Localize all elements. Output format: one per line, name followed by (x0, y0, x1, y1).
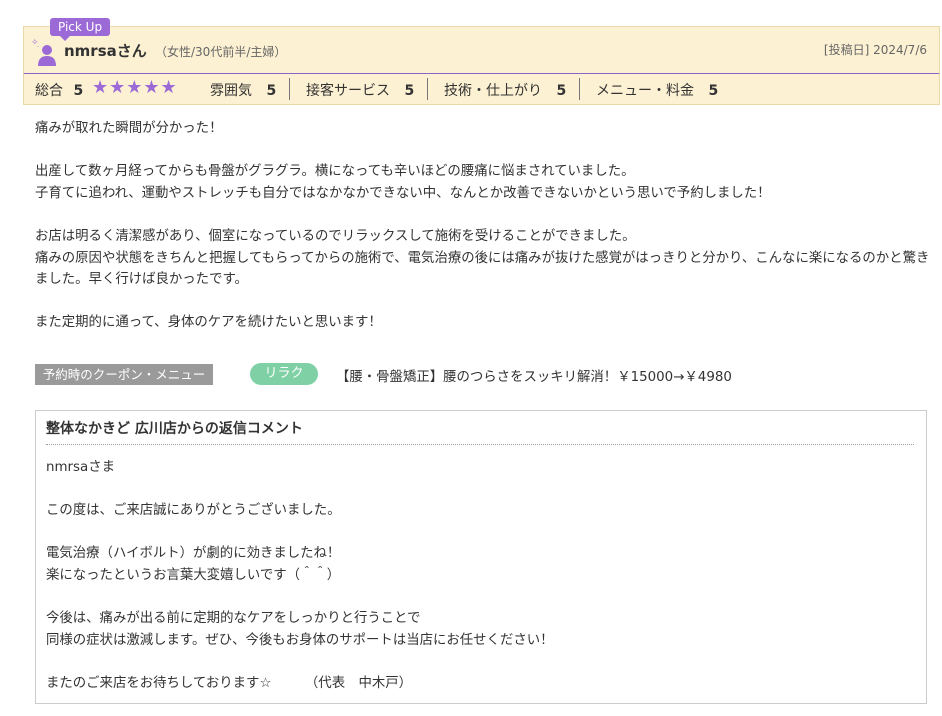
rating-divider (289, 78, 290, 100)
coupon-category-tag: リラク (250, 363, 318, 385)
reply-body: nmrsaさま この度は、ご来店誠にありがとうございました。 電気治療（ハイボル… (46, 457, 916, 695)
rating-divider (427, 78, 428, 100)
svg-text:·: · (37, 43, 39, 51)
pickup-badge: Pick Up (50, 18, 111, 41)
rating-technique-label: 技術・仕上がり (444, 83, 542, 99)
rating-overall: 総合 5 (35, 80, 83, 100)
ratings-bar: 総合 5 ★★★★★ 雰囲気 5 接客サービス 5 技術・仕上がり 5 メニュー… (23, 74, 940, 105)
review-body: 痛みが取れた瞬間が分かった！ 出産して数ヶ月経ってからも骨盤がグラグラ。横になっ… (35, 118, 935, 334)
user-name: nmrsaさん (64, 42, 147, 60)
rating-service-label: 接客サービス (306, 83, 390, 99)
rating-menu: メニュー・料金 5 (596, 80, 718, 100)
post-date: [投稿日] 2024/7/6 (823, 43, 927, 57)
review-header: ✧ · nmrsaさん （女性/30代前半/主婦） [投稿日] 2024/7/6 (23, 26, 940, 75)
rating-atmosphere: 雰囲気 5 (210, 80, 276, 100)
user-attributes: （女性/30代前半/主婦） (155, 45, 287, 59)
rating-divider (579, 78, 580, 100)
rating-service: 接客サービス 5 (306, 80, 414, 100)
rating-menu-value: 5 (708, 83, 719, 99)
coupon-menu-link[interactable]: 【腰・骨盤矯正】腰のつらさをスッキリ解消！￥15000→￥4980 (336, 365, 732, 385)
rating-atmosphere-label: 雰囲気 (210, 83, 252, 99)
rating-overall-label: 総合 (35, 83, 63, 99)
rating-menu-label: メニュー・料金 (596, 83, 694, 99)
reply-body-text: nmrsaさま この度は、ご来店誠にありがとうございました。 電気治療（ハイボル… (46, 460, 554, 691)
coupon-label: 予約時のクーポン・メニュー (35, 364, 213, 385)
rating-stars-icon: ★★★★★ (92, 77, 178, 98)
shop-reply-box: 整体なかきど 広川店からの返信コメント nmrsaさま この度は、ご来店誠にあり… (35, 410, 927, 704)
rating-atmosphere-value: 5 (266, 83, 277, 99)
review-body-text: 痛みが取れた瞬間が分かった！ 出産して数ヶ月経ってからも骨盤がグラグラ。横になっ… (35, 121, 930, 331)
rating-service-value: 5 (404, 83, 415, 99)
reply-title: 整体なかきど 広川店からの返信コメント (46, 418, 914, 445)
user-avatar-icon: ✧ · (31, 38, 56, 66)
rating-technique-value: 5 (556, 83, 567, 99)
rating-technique: 技術・仕上がり 5 (444, 80, 566, 100)
rating-overall-value: 5 (73, 83, 84, 99)
